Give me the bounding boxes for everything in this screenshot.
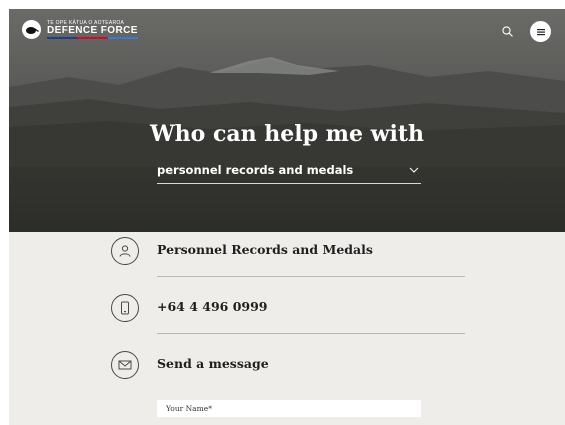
divider xyxy=(157,333,465,334)
divider xyxy=(157,276,465,277)
hero-title: Who can help me with xyxy=(149,121,425,147)
your-name-field[interactable] xyxy=(157,400,421,417)
logo-stripe-blue xyxy=(47,37,78,39)
search-icon xyxy=(502,26,513,37)
logo-stripe-lightblue xyxy=(107,37,138,39)
contact-row-message: Send a message xyxy=(111,349,465,401)
help-topic-select-value: personnel records and medals xyxy=(157,163,354,177)
site-header: TE OPE KĀTUA O AOTEAROA DEFENCE FORCE xyxy=(9,9,565,55)
phone-icon xyxy=(111,294,139,322)
contact-records-text: Personnel Records and Medals xyxy=(157,242,373,257)
hero-banner: TE OPE KĀTUA O AOTEAROA DEFENCE FORCE Wh… xyxy=(9,9,565,232)
logo-stripe xyxy=(47,37,138,39)
logo-big-text: DEFENCE FORCE xyxy=(47,25,138,36)
kiwi-logo-icon xyxy=(22,20,41,39)
menu-button[interactable] xyxy=(530,21,551,42)
envelope-icon xyxy=(111,351,139,379)
person-icon xyxy=(111,237,139,265)
contact-row-records: Personnel Records and Medals xyxy=(111,235,465,287)
contact-message-text: Send a message xyxy=(157,356,269,371)
contact-phone-link[interactable]: +64 4 496 0999 xyxy=(157,299,268,314)
contact-row-phone: +64 4 496 0999 xyxy=(111,292,465,344)
hero-landscape xyxy=(9,57,565,167)
chevron-down-icon xyxy=(409,167,419,173)
logo-stripe-red xyxy=(77,37,108,39)
help-topic-select[interactable]: personnel records and medals xyxy=(157,161,421,184)
search-button[interactable] xyxy=(501,25,515,39)
defence-force-logo[interactable]: TE OPE KĀTUA O AOTEAROA DEFENCE FORCE xyxy=(22,20,138,39)
page-frame: TE OPE KĀTUA O AOTEAROA DEFENCE FORCE Wh… xyxy=(9,9,565,425)
logo-wordmark: TE OPE KĀTUA O AOTEAROA DEFENCE FORCE xyxy=(47,20,138,39)
menu-icon xyxy=(536,28,545,35)
